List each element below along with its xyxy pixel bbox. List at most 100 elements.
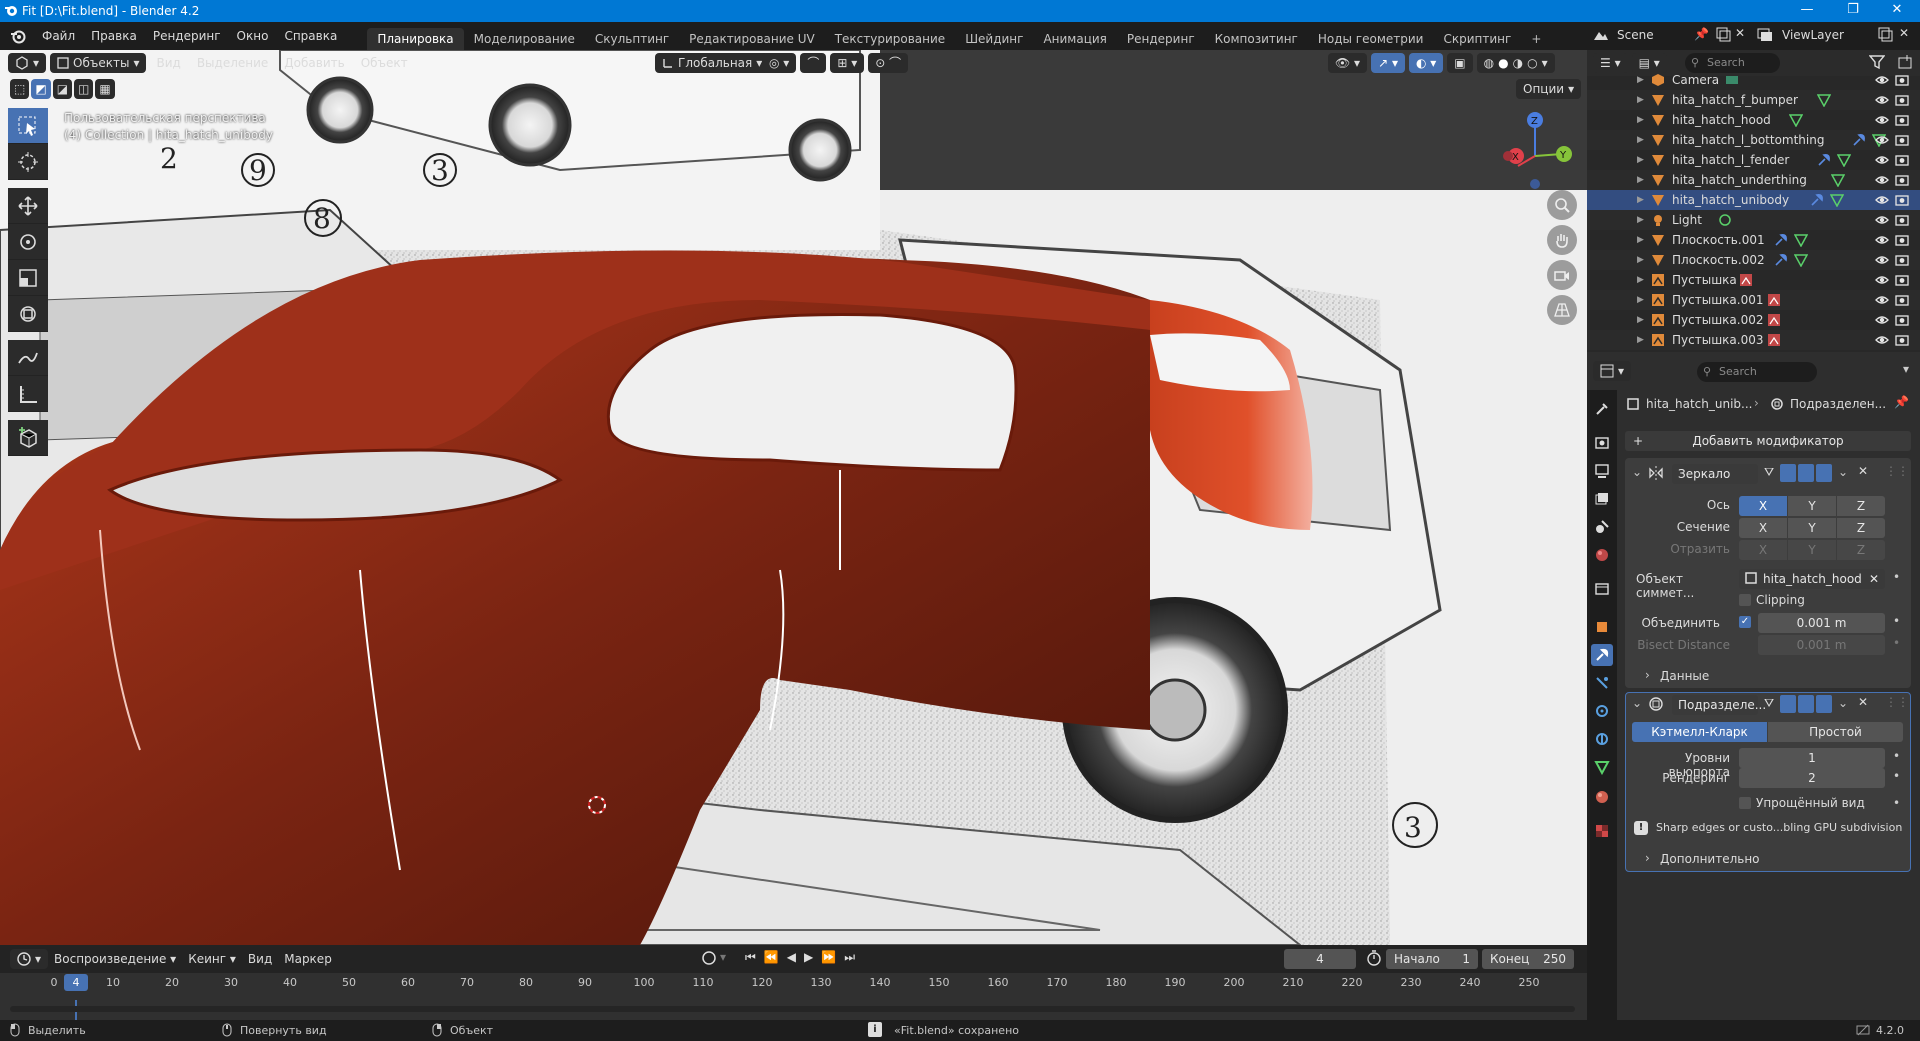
empty-data-icon[interactable] bbox=[1767, 333, 1781, 347]
render-visibility-icon[interactable] bbox=[1895, 233, 1909, 247]
select-new-icon[interactable]: ⬚ bbox=[10, 79, 30, 99]
constraints-tab-icon[interactable] bbox=[1591, 728, 1613, 750]
view-layer-tab-icon[interactable] bbox=[1591, 488, 1613, 510]
visibility-eye-icon[interactable] bbox=[1875, 153, 1889, 167]
jump-keyframe-forward-icon[interactable]: ⏩ bbox=[821, 950, 836, 965]
bisect-z-toggle[interactable]: Z bbox=[1837, 518, 1885, 538]
data-section-label[interactable]: Данные bbox=[1660, 669, 1709, 683]
clear-field-icon[interactable]: ✕ bbox=[1869, 569, 1879, 589]
collection-tab-icon[interactable] bbox=[1591, 578, 1613, 600]
jump-keyframe-back-icon[interactable]: ⏪ bbox=[764, 950, 779, 965]
modifier-wrench-icon[interactable] bbox=[1810, 193, 1824, 207]
render-toggle-icon[interactable] bbox=[1816, 695, 1832, 713]
expand-arrow-icon[interactable]: ▶ bbox=[1637, 75, 1644, 85]
tab-scripting[interactable]: Скриптинг bbox=[1433, 28, 1521, 50]
material-shading-icon[interactable]: ◑ bbox=[1513, 53, 1523, 73]
jump-end-icon[interactable]: ⏭ bbox=[844, 950, 855, 965]
decorator-dot-icon[interactable]: • bbox=[1893, 636, 1900, 650]
visibility-eye-icon[interactable] bbox=[1875, 193, 1889, 207]
mesh-data-icon[interactable] bbox=[1836, 153, 1851, 167]
close-window-button[interactable]: ✕ bbox=[1874, 0, 1920, 22]
scene-name[interactable]: Scene bbox=[1617, 28, 1654, 42]
render-visibility-icon[interactable] bbox=[1895, 273, 1909, 287]
timeline-editor-type[interactable]: ▾ bbox=[10, 949, 49, 969]
on-cage-toggle-icon[interactable] bbox=[1780, 464, 1796, 482]
collapse-chevron-icon[interactable]: ⌄ bbox=[1632, 696, 1642, 710]
render-tab-icon[interactable] bbox=[1591, 432, 1613, 454]
editor-type-button[interactable]: ▾ bbox=[8, 53, 47, 73]
tab-shading[interactable]: Шейдинг bbox=[955, 28, 1033, 50]
new-scene-icon[interactable] bbox=[1715, 26, 1731, 42]
merge-checkbox[interactable]: ✓ bbox=[1739, 616, 1751, 628]
expand-arrow-icon[interactable]: ▶ bbox=[1637, 295, 1644, 305]
render-visibility-icon[interactable] bbox=[1895, 73, 1909, 87]
pin-icon[interactable]: 📌 bbox=[1694, 27, 1709, 41]
mesh-data-icon[interactable] bbox=[1788, 113, 1803, 127]
keying-options-icon[interactable]: ▾ bbox=[720, 950, 726, 964]
modifier-menu-icon[interactable]: ⌄ bbox=[1838, 696, 1848, 710]
material-tab-icon[interactable] bbox=[1591, 786, 1613, 808]
expand-chevron-icon[interactable]: › bbox=[1645, 668, 1650, 682]
simple-option[interactable]: Простой bbox=[1768, 722, 1903, 742]
add-cube-tool[interactable] bbox=[8, 420, 48, 456]
visibility-eye-icon[interactable] bbox=[1875, 333, 1889, 347]
menu-render[interactable]: Рендеринг bbox=[145, 22, 229, 50]
expand-arrow-icon[interactable]: ▶ bbox=[1637, 195, 1644, 205]
flip-y-toggle[interactable]: Y bbox=[1788, 540, 1836, 560]
rotate-tool[interactable] bbox=[8, 224, 48, 260]
options-dropdown[interactable]: Опции ▾ bbox=[1516, 79, 1582, 99]
auto-keying-icon[interactable] bbox=[700, 949, 718, 967]
modifier-wrench-icon[interactable] bbox=[1774, 253, 1788, 267]
expand-arrow-icon[interactable]: ▶ bbox=[1637, 315, 1644, 325]
viewport-levels-field[interactable]: 1 bbox=[1739, 748, 1885, 768]
select-invert-icon[interactable]: ◫ bbox=[74, 79, 94, 99]
tool-tab-icon[interactable] bbox=[1591, 398, 1613, 420]
world-tab-icon[interactable] bbox=[1591, 544, 1613, 566]
play-reverse-icon[interactable]: ◀ bbox=[787, 950, 796, 965]
visibility-eye-icon[interactable] bbox=[1875, 313, 1889, 327]
outliner-item[interactable]: ▶ hita_hatch_hood bbox=[1587, 110, 1920, 130]
mirror-modifier-name[interactable]: Зеркало bbox=[1672, 464, 1758, 484]
visibility-eye-icon[interactable] bbox=[1875, 133, 1889, 147]
outliner-item[interactable]: ▶ Плоскость.001 bbox=[1587, 230, 1920, 250]
tab-layout[interactable]: Планировка bbox=[367, 28, 464, 50]
modifier-wrench-icon[interactable] bbox=[1774, 233, 1788, 247]
render-visibility-icon[interactable] bbox=[1895, 333, 1909, 347]
proportional-edit-button[interactable]: ⊙ ⌒ bbox=[868, 53, 909, 73]
blender-menu-icon[interactable] bbox=[10, 28, 26, 44]
perspective-grid-icon[interactable] bbox=[1547, 295, 1577, 325]
timeline-menu-keying[interactable]: Кеинг ▾ bbox=[182, 952, 242, 966]
visibility-eye-icon[interactable] bbox=[1875, 93, 1889, 107]
visibility-eye-icon[interactable] bbox=[1875, 293, 1889, 307]
empty-data-icon[interactable] bbox=[1739, 273, 1753, 287]
outliner-item[interactable]: ▶ hita_hatch_f_bumper bbox=[1587, 90, 1920, 110]
select-extend-icon[interactable]: ◩ bbox=[31, 79, 51, 99]
move-tool[interactable] bbox=[8, 188, 48, 224]
rendered-shading-icon[interactable]: ○ bbox=[1527, 53, 1537, 73]
tab-modeling[interactable]: Моделирование bbox=[464, 28, 585, 50]
outliner-item[interactable]: ▶ Light bbox=[1587, 210, 1920, 230]
mode-selector[interactable]: Объекты ▾ bbox=[50, 53, 147, 73]
render-visibility-icon[interactable] bbox=[1895, 153, 1909, 167]
properties-search-input[interactable]: ⚲ Search bbox=[1697, 362, 1817, 382]
expand-arrow-icon[interactable]: ▶ bbox=[1637, 215, 1644, 225]
drag-handle-icon[interactable]: ⋮⋮ bbox=[1885, 695, 1909, 709]
simplified-checkbox[interactable] bbox=[1739, 797, 1751, 809]
tab-uv-editing[interactable]: Редактирование UV bbox=[679, 28, 825, 50]
camera-data-icon[interactable] bbox=[1725, 74, 1739, 86]
snap-toggle-button[interactable]: ⌒ bbox=[800, 53, 827, 73]
end-frame-field[interactable]: Конец 250 bbox=[1482, 949, 1574, 969]
remove-view-layer-icon[interactable]: ✕ bbox=[1899, 26, 1909, 40]
light-data-icon[interactable] bbox=[1718, 213, 1732, 227]
tab-geometry-nodes[interactable]: Ноды геометрии bbox=[1308, 28, 1434, 50]
camera-view-icon[interactable] bbox=[1547, 260, 1577, 290]
render-visibility-icon[interactable] bbox=[1895, 133, 1909, 147]
menu-edit[interactable]: Правка bbox=[83, 22, 145, 50]
select-box-tool[interactable] bbox=[8, 108, 48, 144]
annotate-tool[interactable] bbox=[8, 340, 48, 376]
xray-toggle-button[interactable]: ▣ bbox=[1447, 53, 1473, 73]
clipping-checkbox[interactable] bbox=[1739, 594, 1751, 606]
scene-tab-icon[interactable] bbox=[1591, 516, 1613, 538]
mirror-object-field[interactable]: hita_hatch_hood ✕ bbox=[1739, 569, 1885, 589]
modifier-wrench-icon[interactable] bbox=[1852, 133, 1866, 147]
